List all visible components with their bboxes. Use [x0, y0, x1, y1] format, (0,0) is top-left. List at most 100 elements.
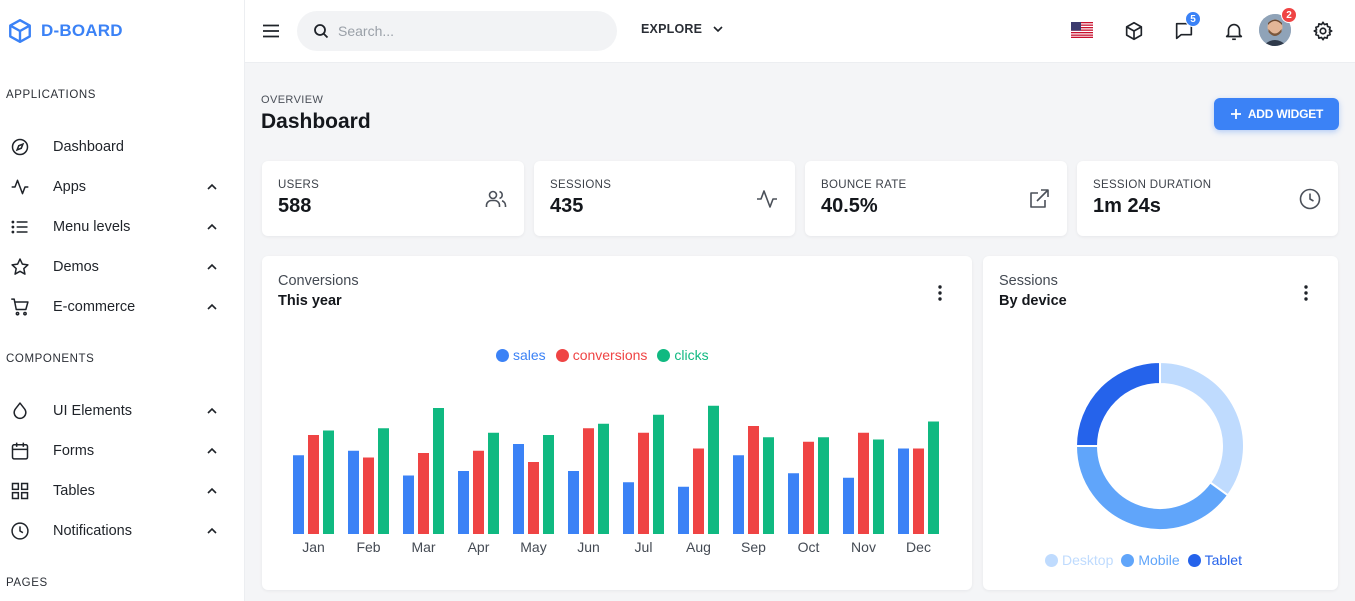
donut-slice-desktop[interactable]: [1159, 360, 1245, 497]
bar-conversions-dec[interactable]: [913, 448, 924, 535]
legend-item-conversions[interactable]: conversions: [555, 347, 647, 363]
legend-item-desktop[interactable]: Desktop: [1045, 552, 1113, 568]
bar-clicks-oct[interactable]: [818, 437, 829, 534]
more-vertical-icon[interactable]: [1303, 284, 1309, 302]
bar-clicks-feb[interactable]: [378, 428, 389, 534]
sidebar-item-forms[interactable]: Forms: [0, 433, 245, 469]
bar-sales-may[interactable]: [513, 444, 524, 534]
bar-sales-aug[interactable]: [678, 486, 689, 534]
clock-icon: [1299, 188, 1321, 210]
bar-clicks-dec[interactable]: [928, 421, 939, 535]
sidebar-item-apps[interactable]: Apps: [0, 169, 245, 205]
sidebar-item-dashboard[interactable]: Dashboard: [0, 129, 245, 165]
bar-clicks-may[interactable]: [543, 435, 554, 534]
bar-sales-mar[interactable]: [403, 475, 414, 535]
x-tick-label: Jan: [302, 539, 325, 555]
stat-card-sessions: SESSIONS 435: [534, 161, 795, 236]
x-tick-label: Apr: [468, 539, 490, 555]
us-flag-icon[interactable]: [1071, 22, 1093, 38]
bar-sales-feb[interactable]: [348, 450, 359, 534]
donut-slice-tablet[interactable]: [1074, 360, 1161, 447]
sidebar-item-label: Menu levels: [53, 219, 131, 235]
bar-sales-dec[interactable]: [898, 448, 909, 535]
legend-item-tablet[interactable]: Tablet: [1187, 552, 1242, 568]
grid-icon: [11, 482, 29, 500]
sidebar-item-demos[interactable]: Demos: [0, 249, 245, 285]
add-widget-button[interactable]: ADD WIDGET: [1214, 98, 1339, 130]
section-label-pages: PAGES: [6, 577, 48, 589]
stat-card-bounce-rate: BOUNCE RATE 40.5%: [805, 161, 1067, 236]
legend-item-clicks[interactable]: clicks: [657, 347, 709, 363]
bar-conversions-sep[interactable]: [748, 426, 759, 534]
legend-dot: [657, 348, 671, 362]
bar-conversions-aug[interactable]: [693, 448, 704, 535]
package-icon[interactable]: [1123, 20, 1145, 42]
chevron-up-icon: [207, 263, 217, 270]
bar-clicks-sep[interactable]: [763, 437, 774, 534]
bar-sales-jan[interactable]: [293, 455, 304, 534]
stat-label: SESSIONS: [550, 179, 612, 191]
bar-clicks-jul[interactable]: [653, 414, 664, 534]
legend-item-sales[interactable]: sales: [496, 347, 546, 363]
legend-label: Mobile: [1138, 552, 1180, 568]
bar-sales-jun[interactable]: [568, 471, 579, 534]
bar-conversions-jul[interactable]: [638, 432, 649, 534]
bar-conversions-feb[interactable]: [363, 457, 374, 535]
bar-conversions-jun[interactable]: [583, 428, 594, 534]
page-title: Dashboard: [261, 110, 371, 133]
legend-label: Tablet: [1204, 552, 1242, 568]
gear-icon[interactable]: [1312, 20, 1334, 42]
sidebar-item-tables[interactable]: Tables: [0, 473, 245, 509]
x-tick-label: Mar: [411, 539, 435, 555]
x-tick-label: Jul: [635, 539, 653, 555]
sidebar-item-menu-levels[interactable]: Menu levels: [0, 209, 245, 245]
cube-icon: [9, 18, 31, 44]
chevron-up-icon: [207, 303, 217, 310]
bar-conversions-oct[interactable]: [803, 441, 814, 534]
stat-value: 435: [550, 195, 584, 217]
legend-item-mobile[interactable]: Mobile: [1121, 552, 1180, 568]
plus-icon: [1230, 109, 1241, 119]
activity-icon: [757, 190, 777, 208]
sidebar-item-label: Notifications: [53, 523, 132, 539]
bar-clicks-mar[interactable]: [433, 408, 444, 534]
bar-sales-sep[interactable]: [733, 455, 744, 534]
bar-sales-oct[interactable]: [788, 473, 799, 534]
bar-clicks-jan[interactable]: [323, 430, 334, 535]
sidebar-item-ecommerce[interactable]: E-commerce: [0, 289, 245, 325]
stat-value: 40.5%: [821, 195, 878, 217]
brand[interactable]: D-BOARD: [7, 18, 123, 44]
x-tick-label: Oct: [798, 539, 820, 555]
chevron-down-icon: [713, 26, 723, 33]
chevron-up-icon: [207, 487, 217, 494]
search-input[interactable]: [338, 21, 598, 41]
bar-sales-nov[interactable]: [843, 477, 854, 534]
bell-icon[interactable]: [1223, 20, 1245, 42]
bar-conversions-may[interactable]: [528, 462, 539, 534]
bar-sales-apr[interactable]: [458, 471, 469, 534]
card-subtitle: This year: [278, 293, 342, 309]
bar-clicks-apr[interactable]: [488, 432, 499, 534]
sidebar-item-notifications[interactable]: Notifications: [0, 513, 245, 549]
bar-conversions-jan[interactable]: [308, 435, 319, 534]
bar-clicks-nov[interactable]: [873, 439, 884, 535]
bar-clicks-aug[interactable]: [708, 405, 719, 534]
external-link-icon: [1030, 189, 1049, 208]
legend-dot: [1187, 553, 1201, 567]
stat-card-users: USERS 588: [262, 161, 524, 236]
bar-sales-jul[interactable]: [623, 482, 634, 534]
bar-clicks-jun[interactable]: [598, 423, 609, 534]
bar-conversions-nov[interactable]: [858, 432, 869, 534]
messages-button[interactable]: 5: [1173, 11, 1201, 42]
conversions-bar-chart: Jan Feb Mar Apr May Jun Jul Aug Sep Oct Nov Dec: [293, 405, 939, 555]
bar-conversions-apr[interactable]: [473, 450, 484, 534]
stat-card-session-duration: SESSION DURATION 1m 24s: [1077, 161, 1338, 236]
explore-dropdown[interactable]: EXPLORE: [641, 22, 724, 36]
more-vertical-icon[interactable]: [937, 284, 943, 302]
x-tick-label: May: [520, 539, 546, 555]
compass-icon: [11, 138, 29, 156]
bar-conversions-mar[interactable]: [418, 453, 429, 534]
sidebar-item-ui-elements[interactable]: UI Elements: [0, 393, 245, 429]
menu-icon[interactable]: [262, 22, 280, 40]
donut-slice-mobile[interactable]: [1074, 445, 1230, 531]
